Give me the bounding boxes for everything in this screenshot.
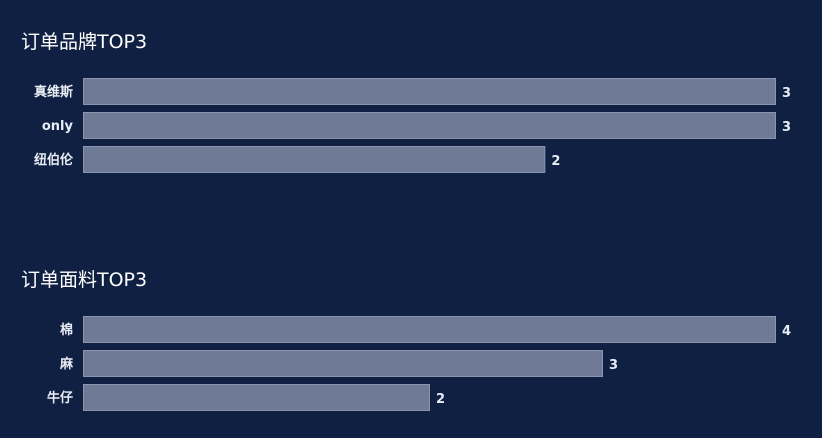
bar [83, 316, 776, 343]
category-label: 牛仔 [47, 390, 73, 406]
data-label: 4 [782, 324, 791, 339]
bar [83, 78, 776, 105]
category-label: 真维斯 [34, 84, 73, 100]
bar [83, 146, 546, 173]
bar [83, 384, 430, 411]
chart-title-fabric: 订单面料TOP3 [21, 269, 148, 291]
brand-bar-chart: 真维斯 3 only 3 纽伯伦 2 [34, 78, 791, 173]
data-label: 2 [551, 154, 560, 169]
category-label: 棉 [60, 322, 73, 338]
data-label: 3 [782, 86, 791, 101]
category-label: 纽伯伦 [34, 152, 74, 168]
fabric-bar-chart: 棉 4 麻 3 牛仔 2 [47, 316, 791, 411]
category-label: only [42, 119, 74, 134]
category-label: 麻 [59, 356, 74, 372]
data-label: 2 [436, 392, 445, 407]
bar [83, 350, 603, 377]
bar [83, 112, 776, 139]
data-label: 3 [609, 358, 618, 373]
chart-title-brand: 订单品牌TOP3 [21, 31, 148, 53]
data-label: 3 [782, 120, 791, 135]
